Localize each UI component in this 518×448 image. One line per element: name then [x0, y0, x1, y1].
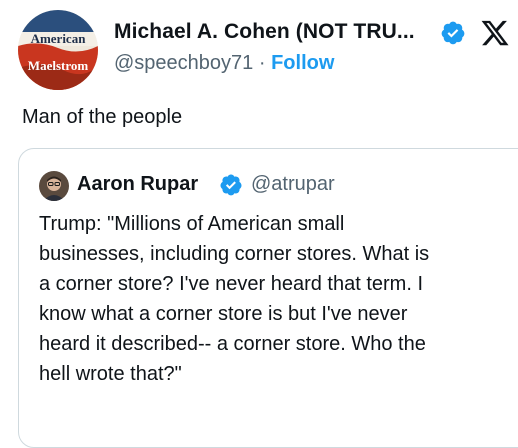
quote-author-name[interactable]: Aaron Rupar	[77, 173, 198, 196]
author-name[interactable]: Michael A. Cohen (NOT TRU...	[114, 20, 415, 44]
quoted-tweet[interactable]: Aaron Rupar @atrupar Trump: "Millions of…	[18, 148, 518, 448]
tweet-text: Man of the people	[22, 106, 183, 128]
tweet-card: American Maelstrom Michael A. Cohen (NOT…	[0, 0, 518, 448]
avatar-text-top: American	[31, 31, 87, 46]
x-logo-icon[interactable]	[480, 18, 510, 48]
avatar-image	[39, 171, 69, 201]
avatar-image: American Maelstrom	[18, 10, 98, 90]
verified-badge-icon	[441, 21, 465, 45]
author-avatar[interactable]: American Maelstrom	[18, 10, 98, 90]
follow-button[interactable]: Follow	[271, 52, 334, 74]
author-meta: @speechboy71 · Follow	[114, 52, 334, 75]
quote-author-avatar[interactable]	[39, 171, 69, 201]
quote-text: Trump: "Millions of American small busin…	[39, 213, 430, 385]
verified-badge-icon	[220, 174, 242, 196]
avatar-text-bottom: Maelstrom	[28, 58, 89, 73]
author-handle[interactable]: @speechboy71	[114, 52, 253, 74]
separator-dot: ·	[258, 52, 266, 74]
quote-author-handle[interactable]: @atrupar	[251, 173, 335, 196]
